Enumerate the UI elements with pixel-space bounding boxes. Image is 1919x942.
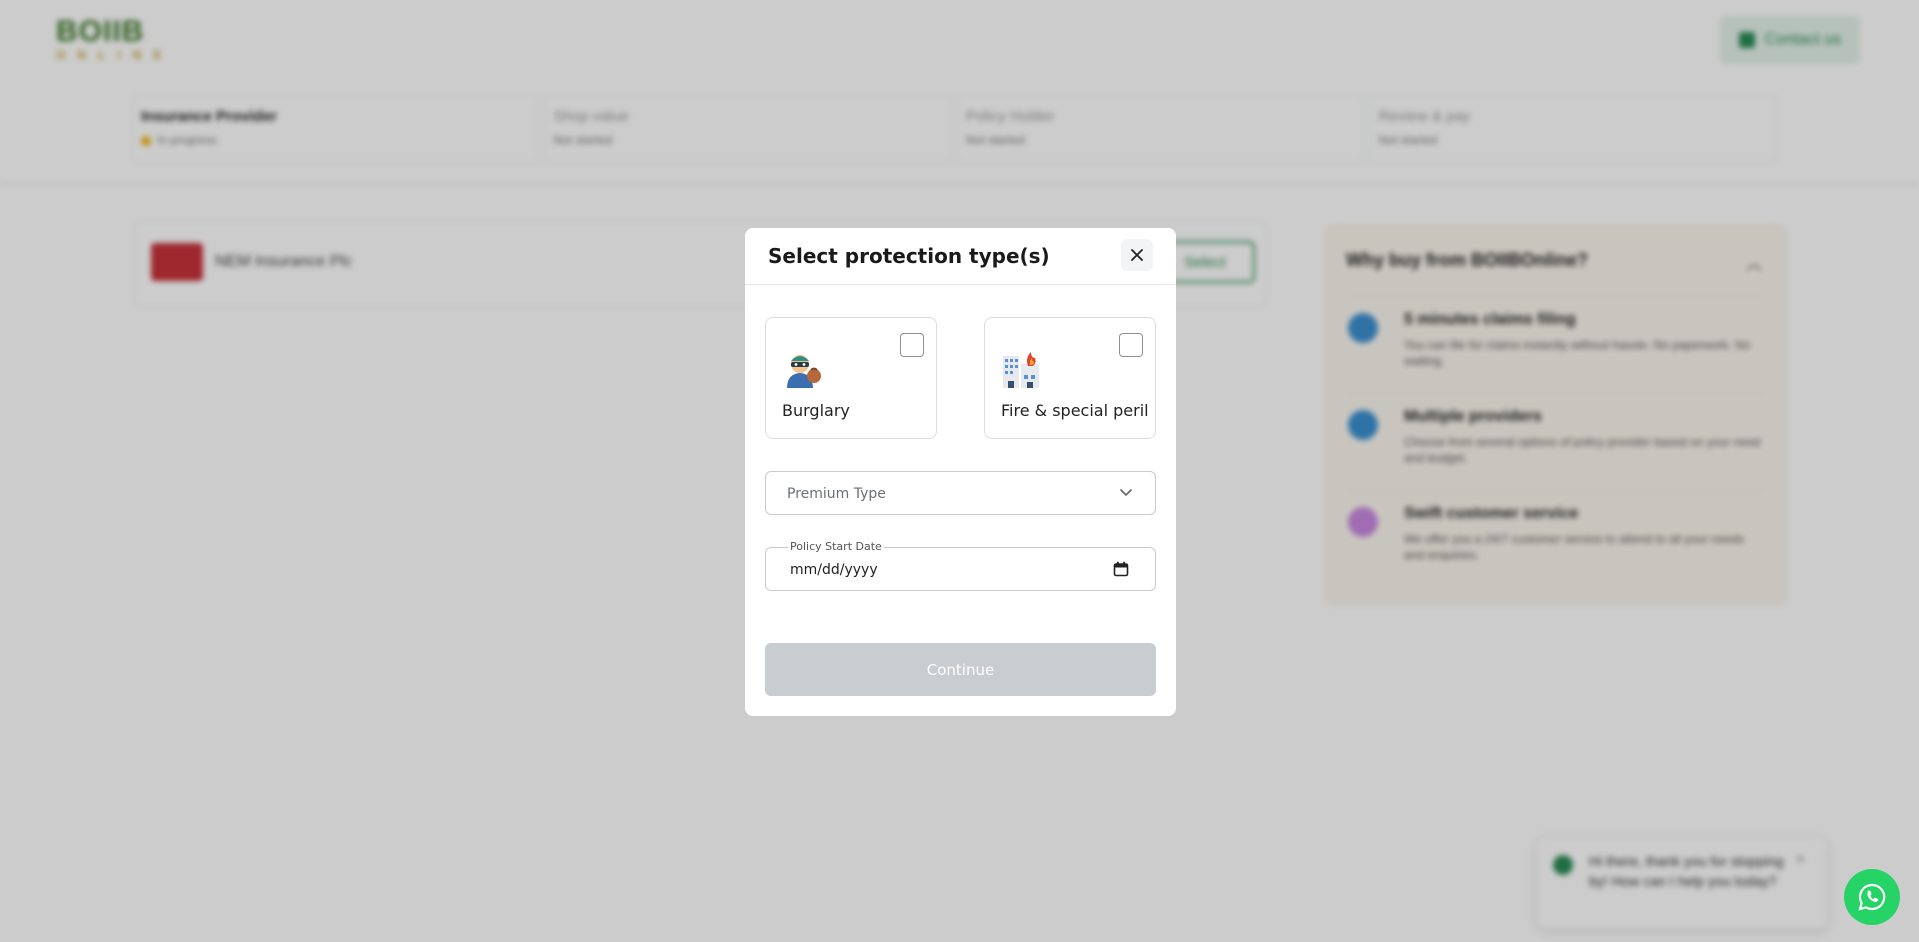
modal-title: Select protection type(s)	[768, 244, 1050, 268]
fire-label: Fire & special peril	[1001, 401, 1149, 420]
option-card-fire-special-peril[interactable]: Fire & special peril	[984, 317, 1156, 439]
whatsapp-button[interactable]	[1844, 869, 1900, 925]
policy-start-date-input[interactable]: Policy Start Date mm/dd/yyyy	[765, 540, 1156, 591]
close-icon	[1131, 249, 1143, 261]
policy-start-date-value: mm/dd/yyyy	[790, 562, 878, 578]
fire-building-icon	[1003, 352, 1039, 388]
burglary-label: Burglary	[782, 401, 850, 420]
policy-start-date-label: Policy Start Date	[788, 540, 884, 553]
modal-header: Select protection type(s)	[745, 228, 1176, 285]
burglary-checkbox[interactable]	[900, 333, 924, 357]
close-button[interactable]	[1121, 239, 1153, 271]
fire-checkbox[interactable]	[1119, 333, 1143, 357]
premium-type-select[interactable]: Premium Type	[765, 471, 1156, 515]
continue-button[interactable]: Continue	[765, 643, 1156, 696]
protection-type-modal: Select protection type(s) Burglary Fire …	[745, 228, 1176, 716]
option-card-burglary[interactable]: Burglary	[765, 317, 937, 439]
calendar-icon[interactable]	[1113, 561, 1129, 577]
whatsapp-icon	[1858, 883, 1886, 911]
chevron-down-icon	[1120, 489, 1132, 497]
premium-type-placeholder: Premium Type	[787, 486, 886, 502]
burglar-icon	[787, 355, 821, 388]
